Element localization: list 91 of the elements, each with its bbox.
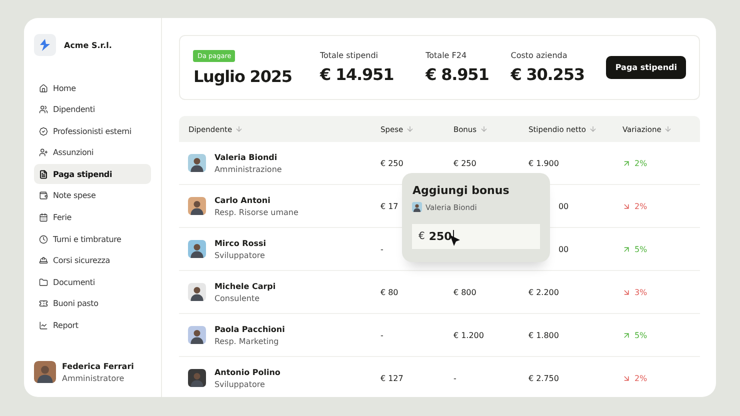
variation-value: 2% — [622, 374, 648, 382]
employee-role: Consulente — [214, 294, 260, 302]
employee-name: Paola Pacchioni — [214, 324, 285, 334]
table-cell: € 250 — [380, 158, 404, 168]
stat-label: Totale F24 — [426, 51, 468, 60]
table-cell: € 80 — [380, 288, 398, 296]
folder-icon — [39, 278, 48, 287]
avatar — [412, 202, 422, 212]
user-role: Amministratore — [62, 374, 126, 382]
document-icon — [39, 170, 48, 179]
user-name: Federica Ferrari — [62, 362, 134, 370]
employee-role: Resp. Marketing — [214, 336, 280, 346]
avatar — [34, 361, 56, 383]
sidebar-item[interactable]: Turni e timbrature — [34, 229, 152, 250]
sidebar-item[interactable]: Report — [34, 316, 152, 336]
sidebar-item[interactable]: Corsi sicurezza — [34, 250, 152, 271]
sidebar-item[interactable]: Note spese — [34, 186, 152, 206]
sidebar-item[interactable]: Assunzioni — [34, 142, 152, 163]
table-cell: € 127 — [380, 374, 404, 382]
variation-value: 2% — [622, 158, 648, 168]
chart-icon — [39, 321, 48, 330]
employee-role: Sviluppatore — [214, 250, 266, 260]
clock-icon — [39, 234, 48, 244]
table-cell: € 17 — [380, 202, 398, 210]
sort-icon — [589, 125, 598, 133]
avatar — [188, 283, 206, 301]
table-cell: 00 — [558, 202, 569, 210]
table-cell: € 1.200 — [453, 330, 484, 340]
sidebar-item[interactable]: Dipendenti — [34, 100, 152, 120]
wallet-icon — [39, 191, 48, 200]
home-icon — [39, 84, 48, 92]
sidebar-item[interactable]: Professionisti esterni — [34, 121, 152, 142]
table-cell: - — [380, 330, 384, 340]
calendar-icon — [39, 213, 48, 222]
sort-icon — [235, 125, 244, 133]
employee-name: Michele Carpi — [214, 282, 276, 290]
logo-icon — [34, 34, 56, 56]
people-icon — [39, 105, 48, 114]
variation-value: 5% — [622, 330, 648, 340]
company-name: Acme S.r.l. — [64, 40, 112, 50]
employee-name: Mirco Rossi — [214, 238, 266, 248]
employee-name: Carlo Antoni — [214, 196, 272, 204]
sidebar-item[interactable]: Documenti — [34, 272, 152, 292]
bonus-input[interactable]: € 250 — [412, 224, 540, 249]
table-cell: - — [380, 244, 384, 254]
table-cell: € 1.800 — [528, 330, 559, 340]
ticket-icon — [39, 299, 48, 308]
badge-icon — [39, 126, 48, 136]
avatar — [188, 240, 206, 258]
avatar — [188, 369, 206, 387]
trend-up-icon — [622, 330, 632, 340]
popover-title: Aggiungi bonus — [412, 184, 510, 197]
sidebar-item[interactable]: Home — [34, 78, 152, 98]
stat-label: Totale stipendi — [320, 51, 379, 60]
table-cell: € 2.200 — [528, 288, 559, 296]
add-user-icon — [39, 148, 48, 158]
trend-down-icon — [622, 202, 632, 210]
table-cell: € 800 — [453, 288, 476, 296]
stat-label: Costo azienda — [510, 51, 568, 60]
variation-value: 3% — [622, 288, 648, 296]
stat-value: € 30.253 — [510, 65, 584, 84]
avatar — [188, 326, 206, 344]
trend-up-icon — [622, 244, 632, 254]
employee-role: Sviluppatore — [214, 380, 266, 388]
table-cell: 00 — [558, 244, 569, 254]
trend-down-icon — [622, 288, 632, 296]
trend-up-icon — [622, 158, 632, 168]
stat-value: € 8.951 — [426, 65, 489, 84]
variation-value: 2% — [622, 202, 648, 210]
employee-role: Amministrazione — [214, 164, 282, 174]
sidebar-item[interactable]: Buoni pasto — [34, 294, 152, 314]
table-cell: € 2.750 — [528, 374, 559, 382]
sidebar-item[interactable]: Ferie — [34, 208, 152, 228]
pay-button[interactable]: Paga stipendi — [606, 56, 686, 79]
avatar — [188, 154, 206, 172]
sort-icon — [664, 125, 672, 133]
trend-down-icon — [622, 374, 632, 382]
sort-icon — [480, 125, 488, 133]
period-title: Luglio 2025 — [193, 66, 292, 86]
stat-value: € 14.951 — [320, 65, 394, 84]
sort-icon — [406, 125, 414, 133]
table-cell: - — [453, 374, 456, 382]
avatar — [188, 197, 206, 215]
employee-name: Valeria Biondi — [214, 152, 278, 162]
employee-name: Antonio Polino — [214, 368, 280, 376]
table-cell: € 250 — [453, 158, 476, 168]
worker-icon — [39, 256, 48, 266]
employee-role: Resp. Risorse umane — [214, 208, 298, 216]
table-cell: € 1.900 — [528, 158, 559, 168]
sidebar-item[interactable]: Paga stipendi — [34, 164, 152, 184]
variation-value: 5% — [622, 244, 648, 254]
